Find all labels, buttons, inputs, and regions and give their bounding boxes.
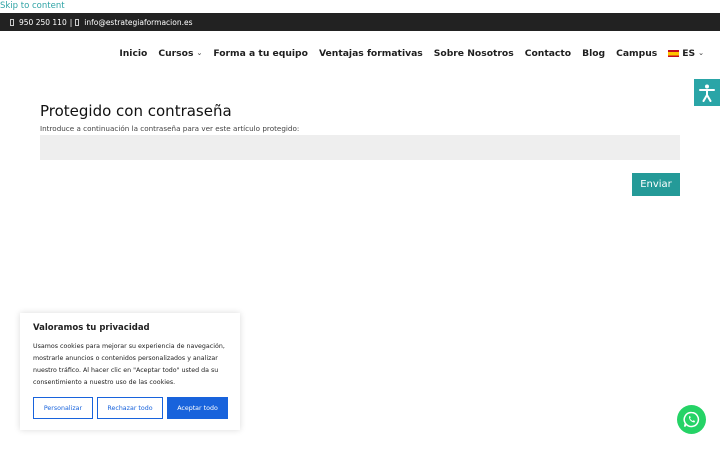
nav-item-contacto[interactable]: Contacto <box>525 48 571 59</box>
chevron-down-icon: ⌄ <box>196 49 203 57</box>
email-link[interactable]: info@estrategiaformacion.es <box>84 18 192 27</box>
whatsapp-button[interactable] <box>677 405 706 434</box>
main-navigation: Inicio Cursos ⌄ Forma a tu equipo Ventaja… <box>108 45 704 61</box>
email-icon <box>75 18 80 26</box>
nav-item-campus[interactable]: Campus <box>616 48 657 59</box>
nav-item-blog[interactable]: Blog <box>582 48 605 59</box>
whatsapp-icon <box>683 411 700 428</box>
phone-link[interactable]: 950 250 110 <box>19 18 67 27</box>
language-label: ES <box>682 47 696 59</box>
topbar-separator: | <box>69 17 73 27</box>
nav-item-ventajas-formativas[interactable]: Ventajas formativas <box>319 48 423 59</box>
accessibility-icon <box>699 84 715 102</box>
submit-button[interactable]: Enviar <box>632 173 680 196</box>
nav-item-sobre-nosotros[interactable]: Sobre Nosotros <box>434 48 514 59</box>
nav-item-label: Blog <box>582 47 606 59</box>
phone-icon <box>10 18 14 26</box>
nav-item-label: Ventajas formativas <box>318 47 423 59</box>
nav-item-label: Cursos <box>158 47 194 59</box>
password-input[interactable] <box>40 135 680 160</box>
reject-all-button[interactable]: Rechazar todo <box>97 397 163 419</box>
cookie-title: Valoramos tu privacidad <box>33 323 150 333</box>
nav-item-label: Forma a tu equipo <box>213 47 308 59</box>
password-instruction: Introduce a continuación la contraseña p… <box>40 124 300 133</box>
chevron-down-icon: ⌄ <box>698 49 704 57</box>
spain-flag-icon <box>668 49 680 57</box>
cookie-text: Usamos cookies para mejorar su experienc… <box>33 343 225 386</box>
cookie-consent-banner: Valoramos tu privacidad Usamos cookies p… <box>20 313 240 430</box>
nav-item-inicio[interactable]: Inicio <box>119 48 147 59</box>
nav-item-label: Inicio <box>119 47 148 59</box>
customize-button[interactable]: Personalizar <box>33 397 93 419</box>
nav-item-label: Sobre Nosotros <box>433 47 514 59</box>
accept-all-button[interactable]: Aceptar todo <box>167 397 228 419</box>
skip-to-content-link[interactable]: Skip to content <box>0 1 65 11</box>
top-bar: 950 250 110 | info@estrategiaformacion.e… <box>0 13 720 31</box>
accessibility-button[interactable] <box>694 79 720 106</box>
nav-item-forma-a-tu-equipo[interactable]: Forma a tu equipo <box>213 48 308 59</box>
page-title: Protegido con contraseña <box>40 102 232 120</box>
nav-item-label: Contacto <box>524 47 572 59</box>
language-switcher[interactable]: ES ⌄ <box>668 48 704 59</box>
nav-item-cursos[interactable]: Cursos ⌄ <box>158 48 202 59</box>
nav-item-label: Campus <box>616 47 658 59</box>
